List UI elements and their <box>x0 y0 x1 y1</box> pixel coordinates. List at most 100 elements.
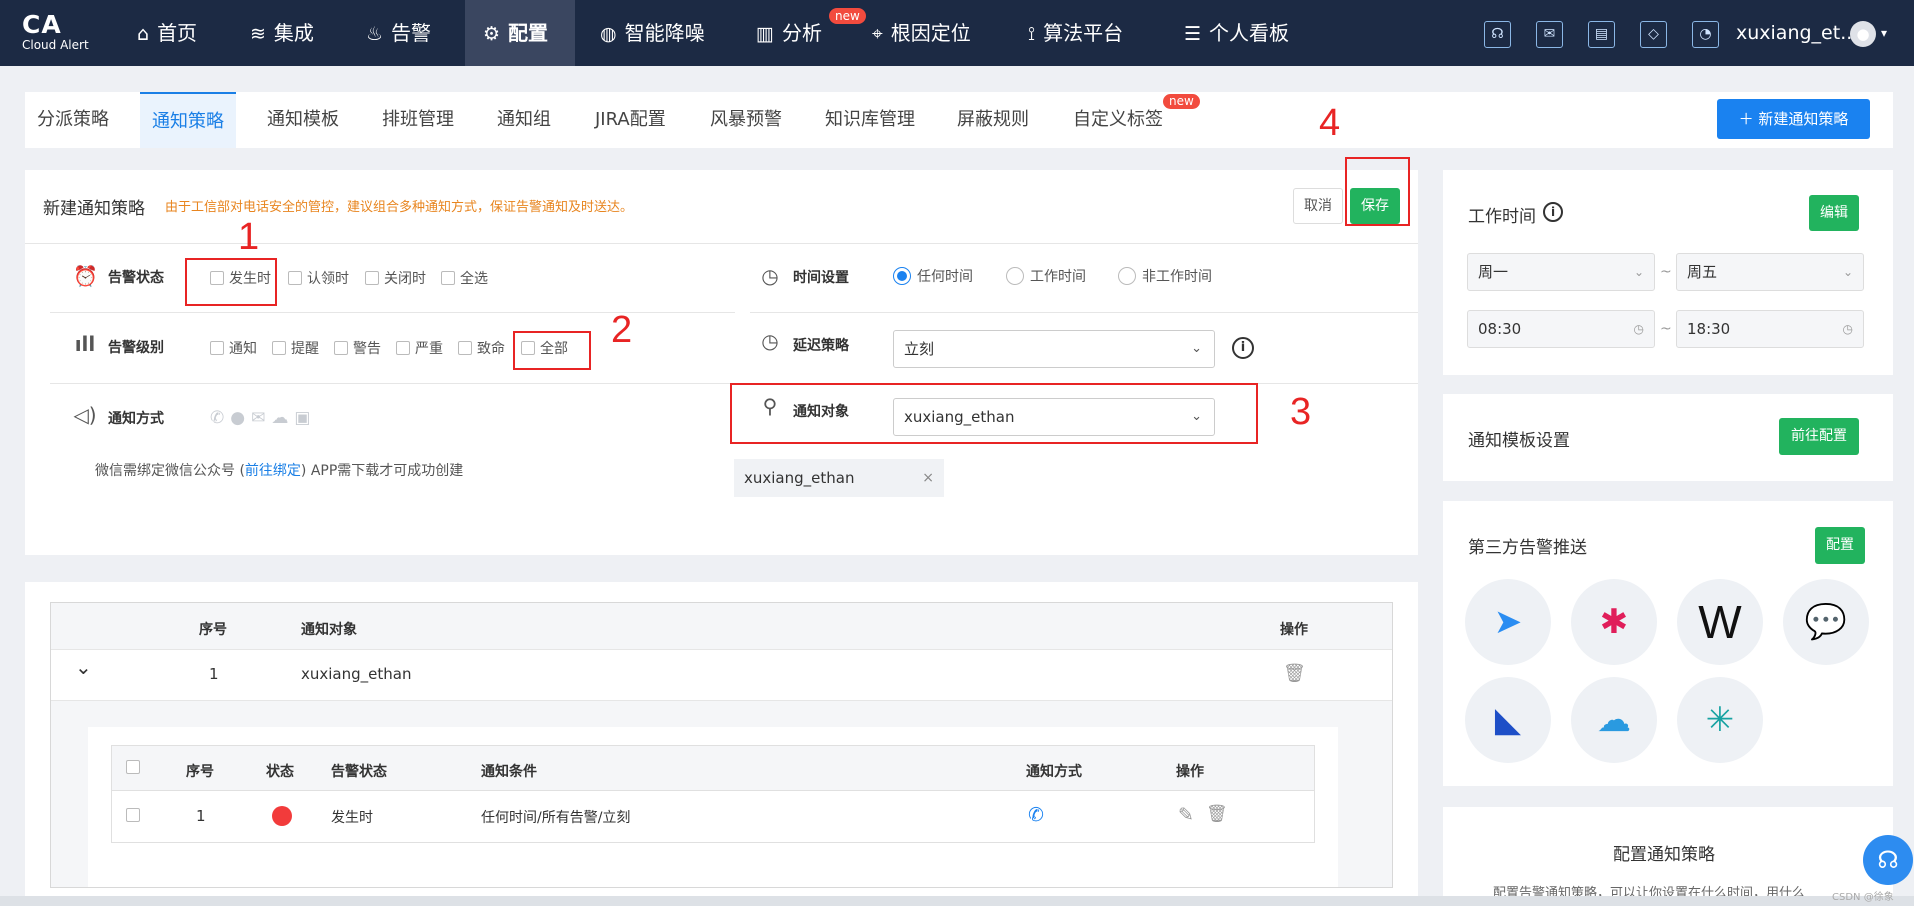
cloud-icon[interactable]: ☁ <box>1571 677 1657 763</box>
annotation-number-2: 2 <box>611 309 633 351</box>
checkbox-claim[interactable]: 认领时 <box>288 268 349 288</box>
book-icon[interactable]: ▤ <box>1588 21 1615 48</box>
edit-worktime-button[interactable]: 编辑 <box>1809 195 1859 231</box>
checkbox-level-fatal[interactable]: 致命 <box>458 338 505 358</box>
logo-text: CA <box>22 10 62 39</box>
chevron-down-icon[interactable]: ▾ <box>1881 0 1887 66</box>
sub-row-checkbox[interactable] <box>126 808 145 824</box>
tab-notify-policy[interactable]: 通知策略 <box>140 92 236 148</box>
inbox-icon[interactable]: ✉ <box>1536 21 1563 48</box>
tab-mask-rules[interactable]: 屏蔽规则 <box>957 92 1029 148</box>
phone-icon[interactable]: ✆ <box>210 408 230 428</box>
headset-icon[interactable]: ☊ <box>1484 21 1511 48</box>
range-separator: ~ <box>1660 264 1672 280</box>
cancel-button[interactable]: 取消 <box>1293 188 1343 224</box>
policy-table-panel: 序号 通知对象 操作 ⌄ 1 xuxiang_ethan 🗑 序号 状态 告警状… <box>25 582 1418 896</box>
table-header <box>51 603 1392 649</box>
tab-custom-tags[interactable]: 自定义标签 <box>1073 92 1163 148</box>
checkbox-level-all[interactable]: 全部 <box>521 338 568 358</box>
info-icon[interactable]: i <box>1543 202 1563 222</box>
bind-link[interactable]: 前往绑定 <box>245 463 301 479</box>
trash-icon[interactable]: 🗑 <box>1206 804 1228 824</box>
sub-row-condition: 任何时间/所有告警/立刻 <box>481 810 631 826</box>
wechat-icon[interactable]: ☁ <box>271 408 294 428</box>
expand-icon[interactable]: ⌄ <box>75 655 92 679</box>
speaker-icon: ◁) <box>73 403 97 427</box>
app-icon[interactable]: ▣ <box>294 408 316 428</box>
save-button[interactable]: 保存 <box>1350 188 1400 224</box>
chevron-down-icon: ⌄ <box>1633 265 1644 279</box>
checkbox-close[interactable]: 关闭时 <box>365 268 426 288</box>
chat-bubble-icon[interactable]: 💬 <box>1783 579 1869 665</box>
nav-item-root-cause[interactable]: ⌖ 根因定位 <box>872 0 971 66</box>
phone-icon: ✆ <box>1028 804 1044 826</box>
info-icon[interactable]: i <box>1232 337 1254 359</box>
radio-any-time[interactable]: 任何时间 <box>893 266 973 286</box>
radio-work-time[interactable]: 工作时间 <box>1006 266 1086 286</box>
diamond-icon[interactable]: ◇ <box>1640 21 1667 48</box>
dashboard-icon: ☰ <box>1184 23 1202 45</box>
tab-jira[interactable]: JIRA配置 <box>595 92 666 148</box>
checkbox-level-remind[interactable]: 提醒 <box>272 338 319 358</box>
day-to-select[interactable]: 周五 ⌄ <box>1676 253 1864 291</box>
slack-icon[interactable]: ✱ <box>1571 579 1657 665</box>
table-header-target: 通知对象 <box>301 622 357 638</box>
alert-state-label: 告警状态 <box>108 270 164 286</box>
edit-icon[interactable]: ✎ <box>1178 804 1194 826</box>
nav-item-label: 算法平台 <box>1043 21 1124 45</box>
nav-item-home[interactable]: ⌂ 首页 <box>137 0 197 66</box>
tab-notify-group[interactable]: 通知组 <box>497 92 551 148</box>
home-icon: ⌂ <box>137 23 150 45</box>
tab-dispatch[interactable]: 分派策略 <box>37 92 109 148</box>
close-icon[interactable]: × <box>922 459 934 497</box>
horizontal-scrollbar[interactable] <box>0 896 1914 906</box>
third-party-panel: 第三方告警推送 配置 ➤ ✱ W 💬 ◣ ☁ ✳ <box>1443 501 1893 786</box>
radio-non-work-time[interactable]: 非工作时间 <box>1118 266 1212 286</box>
third-party-config-button[interactable]: 配置 <box>1815 527 1865 564</box>
clock-icon: ◷ <box>1842 322 1853 336</box>
mail-icon[interactable]: ✉ <box>251 408 271 428</box>
checkbox-level-severe[interactable]: 严重 <box>396 338 443 358</box>
nav-item-denoise[interactable]: ◍ 智能降噪 <box>600 0 705 66</box>
wordpress-icon[interactable]: W <box>1677 579 1763 665</box>
feishu-icon[interactable]: ◣ <box>1465 677 1551 763</box>
gear-icon: ⚙ <box>483 23 501 45</box>
target-tag: xuxiang_ethan × <box>734 459 944 497</box>
logo[interactable]: CA Cloud Alert <box>22 10 122 53</box>
time-from-picker[interactable]: 08:30 ◷ <box>1467 310 1655 348</box>
delay-select[interactable]: 立刻 ⌄ <box>893 330 1215 368</box>
nav-item-integration[interactable]: ≋ 集成 <box>250 0 314 66</box>
nav-item-analysis[interactable]: ▥ 分析 <box>756 0 822 66</box>
nav-item-algorithm[interactable]: ⟟ 算法平台 <box>1028 0 1123 66</box>
time-to-picker[interactable]: 18:30 ◷ <box>1676 310 1864 348</box>
day-from-select[interactable]: 周一 ⌄ <box>1467 253 1655 291</box>
tab-knowledge-base[interactable]: 知识库管理 <box>825 92 915 148</box>
nav-item-dashboard[interactable]: ☰ 个人看板 <box>1184 0 1289 66</box>
speed-icon[interactable]: ◔ <box>1692 21 1719 48</box>
nav-item-alerts[interactable]: ♨ 告警 <box>366 0 431 66</box>
nav-item-label: 首页 <box>157 21 198 45</box>
nav-item-config[interactable]: ⚙ 配置 <box>465 0 575 66</box>
checkbox-occur[interactable]: 发生时 <box>210 268 271 288</box>
trash-icon[interactable]: 🗑 <box>1283 663 1306 684</box>
chat-icon[interactable]: ● <box>230 408 251 428</box>
tab-notify-template[interactable]: 通知模板 <box>267 92 339 148</box>
checkbox-level-warning[interactable]: 警告 <box>334 338 381 358</box>
new-policy-button[interactable]: ＋ 新建通知策略 <box>1717 99 1870 139</box>
sunburst-icon[interactable]: ✳ <box>1677 677 1763 763</box>
table-header-index: 序号 <box>199 622 227 638</box>
support-chat-icon[interactable]: ☊ <box>1863 835 1913 885</box>
top-nav: CA Cloud Alert ⌂ 首页 ≋ 集成 ♨ 告警 ⚙ 配置 ◍ 智能降噪 ▥ 分析… <box>0 0 1914 66</box>
notify-target-select[interactable]: xuxiang_ethan ⌄ <box>893 398 1215 436</box>
checkbox-level-info[interactable]: 通知 <box>210 338 257 358</box>
dingtalk-icon[interactable]: ➤ <box>1465 579 1551 665</box>
avatar[interactable]: ● <box>1850 21 1876 47</box>
sub-row-state: 发生时 <box>331 810 373 826</box>
nav-item-label: 告警 <box>391 21 432 45</box>
tab-storm-warning[interactable]: 风暴预警 <box>710 92 782 148</box>
username[interactable]: xuxiang_et... <box>1736 0 1858 66</box>
tab-schedule[interactable]: 排班管理 <box>382 92 454 148</box>
goto-config-button[interactable]: 前往配置 <box>1779 418 1859 455</box>
sub-select-all-checkbox[interactable] <box>126 760 145 776</box>
checkbox-select-all-state[interactable]: 全选 <box>441 268 488 288</box>
